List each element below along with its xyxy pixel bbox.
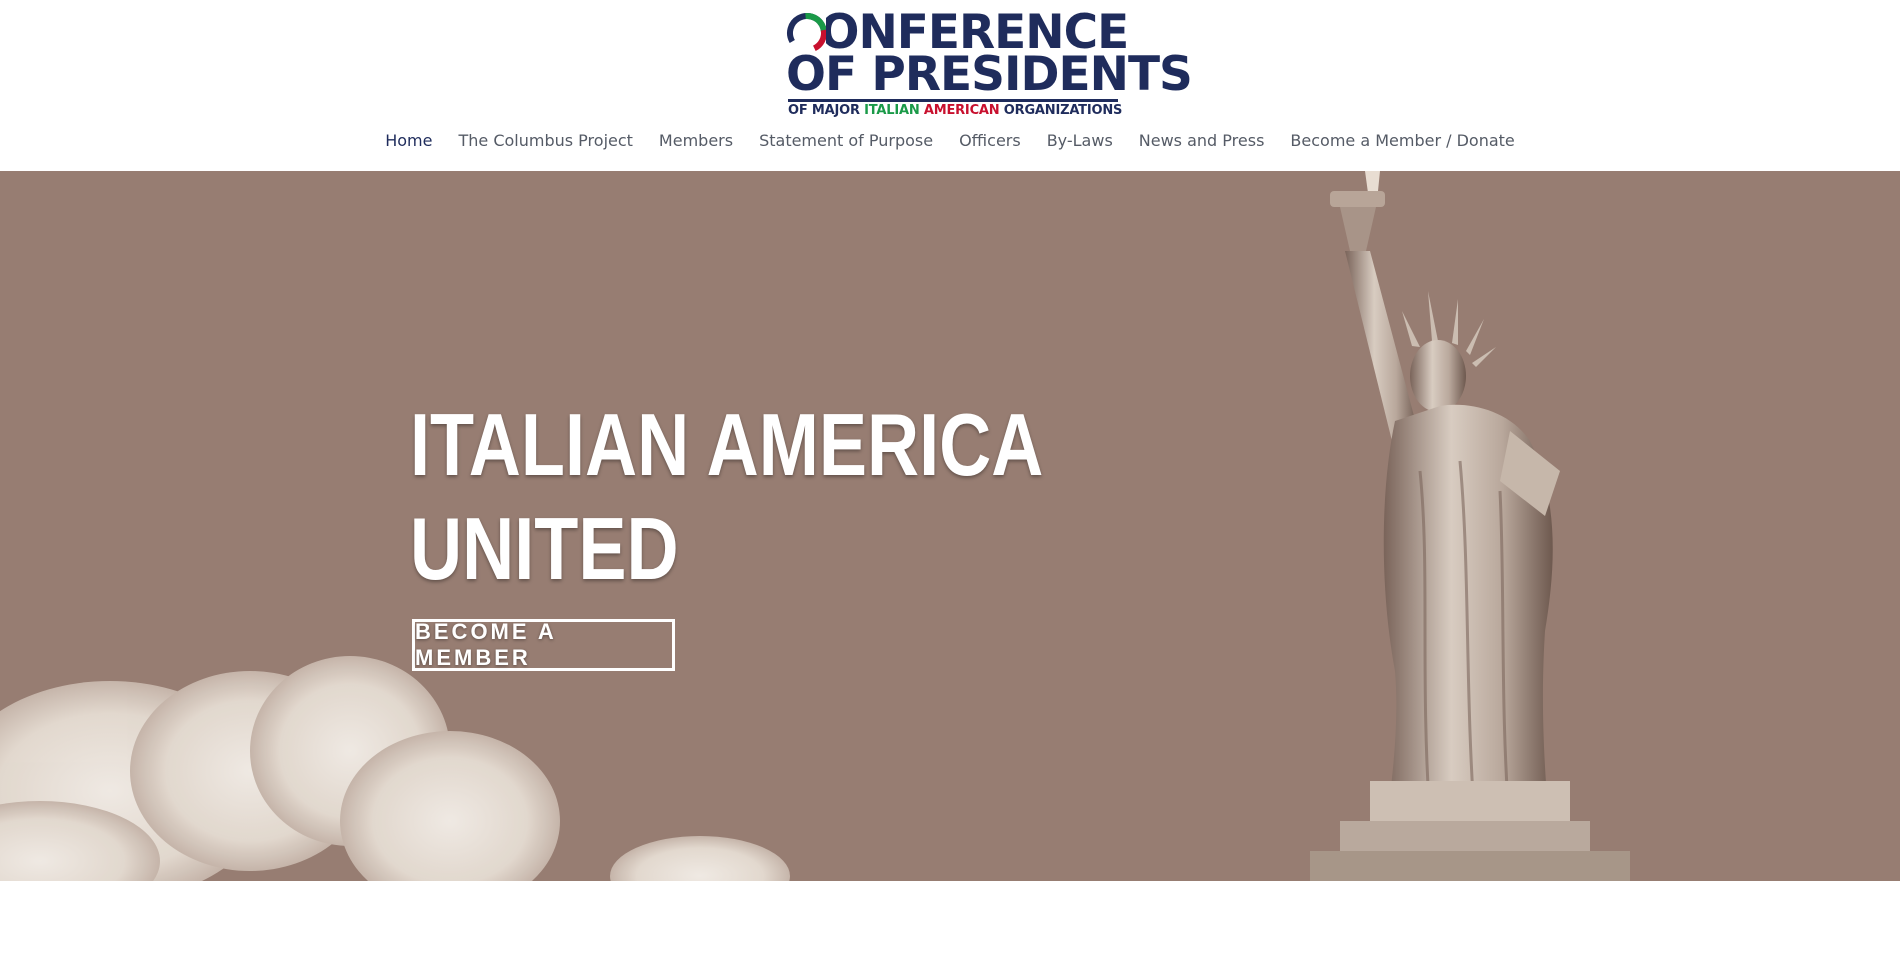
hero-title-line-2: UNITED [410, 499, 679, 598]
logo-subtitle: OF MAJOR ITALIAN AMERICAN ORGANIZATIONS [788, 103, 1122, 119]
nav-item-home[interactable]: Home [372, 128, 445, 154]
site-header: CONFERENCE OF PRESIDENTS OF MAJOR ITALIA… [0, 0, 1900, 171]
nav-item-officers[interactable]: Officers [946, 128, 1034, 154]
main-nav: Home The Columbus Project Members Statem… [0, 128, 1900, 154]
nav-item-members[interactable]: Members [646, 128, 746, 154]
logo-line-2: OF PRESIDENTS [786, 47, 1193, 102]
logo-sub-suffix: ORGANIZATIONS [999, 103, 1123, 118]
nav-item-news-and-press[interactable]: News and Press [1126, 128, 1278, 154]
become-member-button[interactable]: BECOME A MEMBER [412, 619, 675, 671]
nav-item-become-member-donate[interactable]: Become a Member / Donate [1277, 128, 1527, 154]
hero-section: ITALIAN AMERICA UNITED BECOME A MEMBER [0, 171, 1900, 881]
logo-divider [788, 99, 1118, 102]
logo-sub-italian: ITALIAN [864, 103, 920, 118]
content-area [0, 881, 1900, 968]
nav-item-by-laws[interactable]: By-Laws [1034, 128, 1126, 154]
logo-sub-prefix: OF MAJOR [788, 103, 865, 118]
hero-title-line-1: ITALIAN AMERICA [410, 395, 1044, 494]
nav-item-columbus-project[interactable]: The Columbus Project [445, 128, 645, 154]
logo-sub-american: AMERICAN [923, 103, 1000, 118]
nav-item-statement-of-purpose[interactable]: Statement of Purpose [746, 128, 946, 154]
hero-title: ITALIAN AMERICA UNITED [410, 393, 1044, 601]
site-logo[interactable]: CONFERENCE OF PRESIDENTS OF MAJOR ITALIA… [786, 8, 1193, 119]
